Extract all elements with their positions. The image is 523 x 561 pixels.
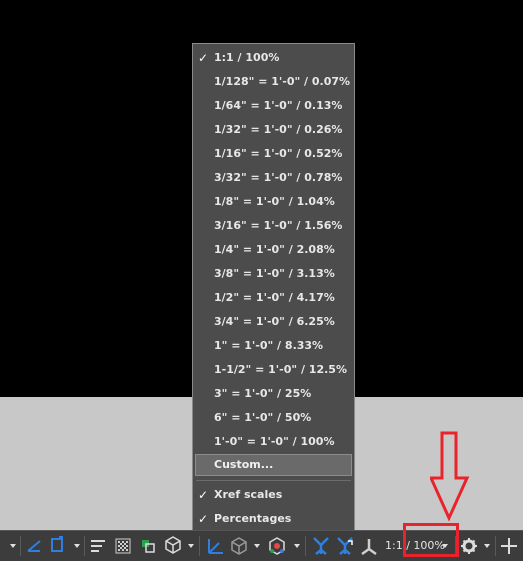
- scale-menu-item-label: 3/4" = 1'-0" / 6.25%: [214, 315, 335, 328]
- scale-menu-item-label: 3/32" = 1'-0" / 0.78%: [214, 171, 343, 184]
- scale-menu-item-label: 1-1/2" = 1'-0" / 12.5%: [214, 363, 347, 376]
- polar-tracking-icon[interactable]: [24, 531, 44, 561]
- scale-menu-item[interactable]: 1-1/2" = 1'-0" / 12.5%: [193, 358, 354, 382]
- scale-menu-item[interactable]: 6" = 1'-0" / 50%: [193, 406, 354, 430]
- chevron-down-icon[interactable]: [188, 544, 194, 548]
- chevron-down-icon[interactable]: [254, 544, 260, 548]
- scale-menu-item-label: 1" = 1'-0" / 8.33%: [214, 339, 324, 352]
- scale-menu-item[interactable]: 3/4" = 1'-0" / 6.25%: [193, 310, 354, 334]
- scale-menu-item[interactable]: ✓ 1:1 / 100%: [193, 46, 354, 70]
- scale-option-item[interactable]: ✓ Percentages: [193, 507, 354, 531]
- scale-menu-item-label: 1'-0" = 1'-0" / 100%: [214, 435, 335, 448]
- red-down-arrow-icon: [430, 431, 470, 522]
- custom-scale-item[interactable]: Custom...: [195, 454, 352, 476]
- auto-scale-icon[interactable]: [334, 531, 356, 561]
- scale-menu-item-label: 1/128" = 1'-0" / 0.07%: [214, 75, 351, 88]
- scale-option-item[interactable]: ✓ Xref scales: [193, 483, 354, 507]
- chevron-down-icon[interactable]: [294, 544, 300, 548]
- chevron-down-icon[interactable]: [484, 544, 490, 548]
- menu-separator: [196, 480, 351, 481]
- separator: [84, 536, 85, 556]
- scale-menu-item[interactable]: 1/128" = 1'-0" / 0.07%: [193, 70, 354, 94]
- annotation-scale-icon: [361, 539, 377, 556]
- scale-menu-item[interactable]: 3" = 1'-0" / 25%: [193, 382, 354, 406]
- annotation-monitor-icon[interactable]: [266, 531, 288, 561]
- scale-menu-item[interactable]: 3/32" = 1'-0" / 0.78%: [193, 166, 354, 190]
- separator: [199, 536, 200, 556]
- custom-scale-label: Custom...: [214, 458, 274, 471]
- scale-menu-item-label: 3" = 1'-0" / 25%: [214, 387, 312, 400]
- scale-menu-item-label: 3/16" = 1'-0" / 1.56%: [214, 219, 343, 232]
- chevron-down-icon[interactable]: [10, 544, 16, 548]
- plus-icon[interactable]: [499, 531, 519, 561]
- scale-menu-item-label: 1/16" = 1'-0" / 0.52%: [214, 147, 343, 160]
- gear-icon[interactable]: [459, 531, 479, 561]
- chevron-down-icon[interactable]: [74, 544, 80, 548]
- scale-option-label: Xref scales: [214, 488, 283, 501]
- scale-menu-item[interactable]: 1/32" = 1'-0" / 0.26%: [193, 118, 354, 142]
- annotation-scale-menu: ✓ 1:1 / 100% 1/128" = 1'-0" / 0.07% 1/64" =…: [192, 43, 355, 535]
- highlight-box: [403, 523, 459, 557]
- scale-menu-item-label: 1/32" = 1'-0" / 0.26%: [214, 123, 343, 136]
- scale-menu-item[interactable]: 3/16" = 1'-0" / 1.56%: [193, 214, 354, 238]
- lineweight-icon[interactable]: [88, 531, 108, 561]
- scale-menu-item[interactable]: 1/4" = 1'-0" / 2.08%: [193, 238, 354, 262]
- scale-menu-item[interactable]: 1'-0" = 1'-0" / 100%: [193, 430, 354, 454]
- scale-menu-item[interactable]: 3/8" = 1'-0" / 3.13%: [193, 262, 354, 286]
- scale-menu-item-label: 1/2" = 1'-0" / 4.17%: [214, 291, 335, 304]
- selection-cycling-icon[interactable]: [138, 531, 158, 561]
- transparency-icon[interactable]: [113, 531, 133, 561]
- scale-menu-item-label: 1/8" = 1'-0" / 1.04%: [214, 195, 335, 208]
- checkmark-icon: ✓: [198, 488, 209, 502]
- annotation-visibility-icon[interactable]: [310, 531, 332, 561]
- dynamic-ucs-icon[interactable]: [204, 531, 226, 561]
- gizmo-icon[interactable]: [229, 531, 249, 561]
- scale-menu-item[interactable]: 1/64" = 1'-0" / 0.13%: [193, 94, 354, 118]
- scale-menu-item-label: 1/64" = 1'-0" / 0.13%: [214, 99, 343, 112]
- scale-menu-item[interactable]: 1/2" = 1'-0" / 4.17%: [193, 286, 354, 310]
- scale-menu-item-label: 1:1 / 100%: [214, 51, 280, 64]
- isodraft-icon[interactable]: [48, 531, 68, 561]
- scale-menu-item[interactable]: 1" = 1'-0" / 8.33%: [193, 334, 354, 358]
- scale-menu-item-label: 6" = 1'-0" / 50%: [214, 411, 312, 424]
- scale-menu-item[interactable]: 1/16" = 1'-0" / 0.52%: [193, 142, 354, 166]
- scale-menu-item[interactable]: 1/8" = 1'-0" / 1.04%: [193, 190, 354, 214]
- scale-menu-item-label: 3/8" = 1'-0" / 3.13%: [214, 267, 335, 280]
- 3d-object-snap-icon[interactable]: [163, 531, 183, 561]
- checkmark-icon: ✓: [198, 512, 209, 526]
- separator: [20, 536, 21, 556]
- scale-option-label: Percentages: [214, 512, 292, 525]
- checkmark-icon: ✓: [198, 51, 209, 65]
- separator: [305, 536, 306, 556]
- scale-menu-item-label: 1/4" = 1'-0" / 2.08%: [214, 243, 335, 256]
- separator: [495, 536, 496, 556]
